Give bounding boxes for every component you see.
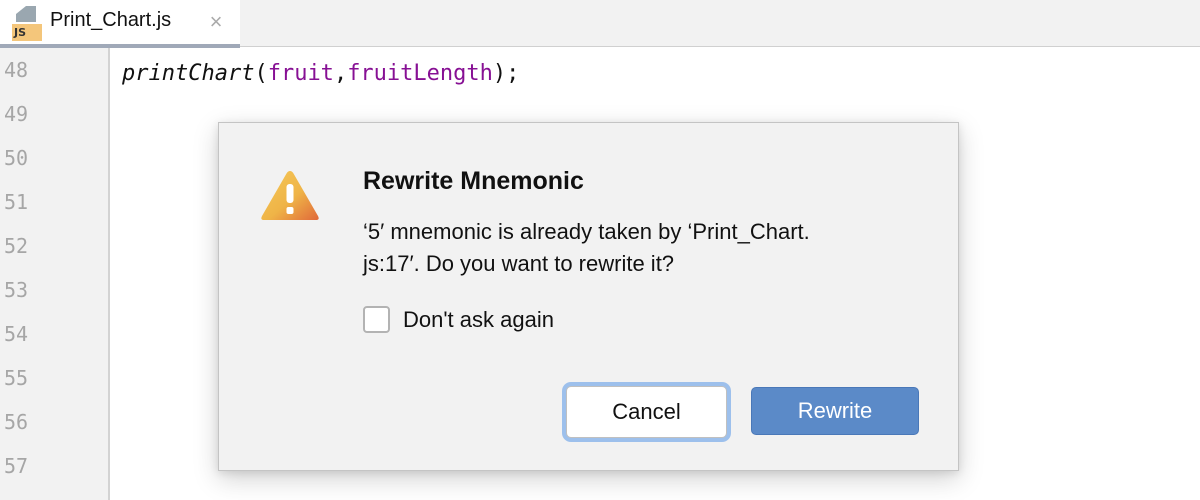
- line-number: 55: [4, 366, 29, 390]
- dialog-message-line: js:17′. Do you want to rewrite it?: [363, 251, 675, 276]
- editor-tab-bar: JS Print_Chart.js ×: [0, 0, 1200, 48]
- tab-print-chart-js[interactable]: JS Print_Chart.js ×: [0, 0, 240, 48]
- javascript-file-icon: JS: [12, 6, 42, 41]
- line-number: 57: [4, 454, 29, 478]
- punctuation: );: [492, 61, 520, 86]
- line-number: 54: [4, 322, 29, 346]
- dont-ask-again-checkbox-row[interactable]: Don't ask again: [363, 306, 554, 333]
- variable-fruit: fruit: [267, 61, 334, 86]
- punctuation: ,: [333, 61, 348, 86]
- line-number: 48: [4, 58, 29, 82]
- close-icon[interactable]: ×: [204, 10, 228, 34]
- dialog-title: Rewrite Mnemonic: [363, 167, 584, 195]
- function-call: printChart: [122, 61, 255, 86]
- dialog-message-line: ‘5′ mnemonic is already taken by ‘Print_…: [363, 219, 810, 244]
- rewrite-mnemonic-dialog: Rewrite Mnemonic ‘5′ mnemonic is already…: [218, 122, 959, 471]
- line-number: 49: [4, 102, 29, 126]
- line-number: 53: [4, 278, 29, 302]
- code-line-48[interactable]: printChart(fruit,fruitLength);: [122, 52, 519, 96]
- line-number: 56: [4, 410, 29, 434]
- variable-fruit-length: fruitLength: [347, 61, 493, 86]
- dialog-message: ‘5′ mnemonic is already taken by ‘Print_…: [363, 216, 943, 280]
- dont-ask-again-checkbox[interactable]: [363, 306, 390, 333]
- line-number: 50: [4, 146, 29, 170]
- checkbox-label[interactable]: Don't ask again: [403, 307, 554, 333]
- warning-icon: [261, 171, 319, 220]
- punctuation: (: [254, 61, 268, 86]
- line-number: 51: [4, 190, 29, 214]
- line-number-gutter: 48 49 50 51 52 53 54 55 56 57: [0, 48, 110, 500]
- rewrite-button[interactable]: Rewrite: [751, 387, 919, 435]
- cancel-button[interactable]: Cancel: [566, 386, 727, 438]
- tab-title: Print_Chart.js: [50, 9, 172, 31]
- line-number: 52: [4, 234, 29, 258]
